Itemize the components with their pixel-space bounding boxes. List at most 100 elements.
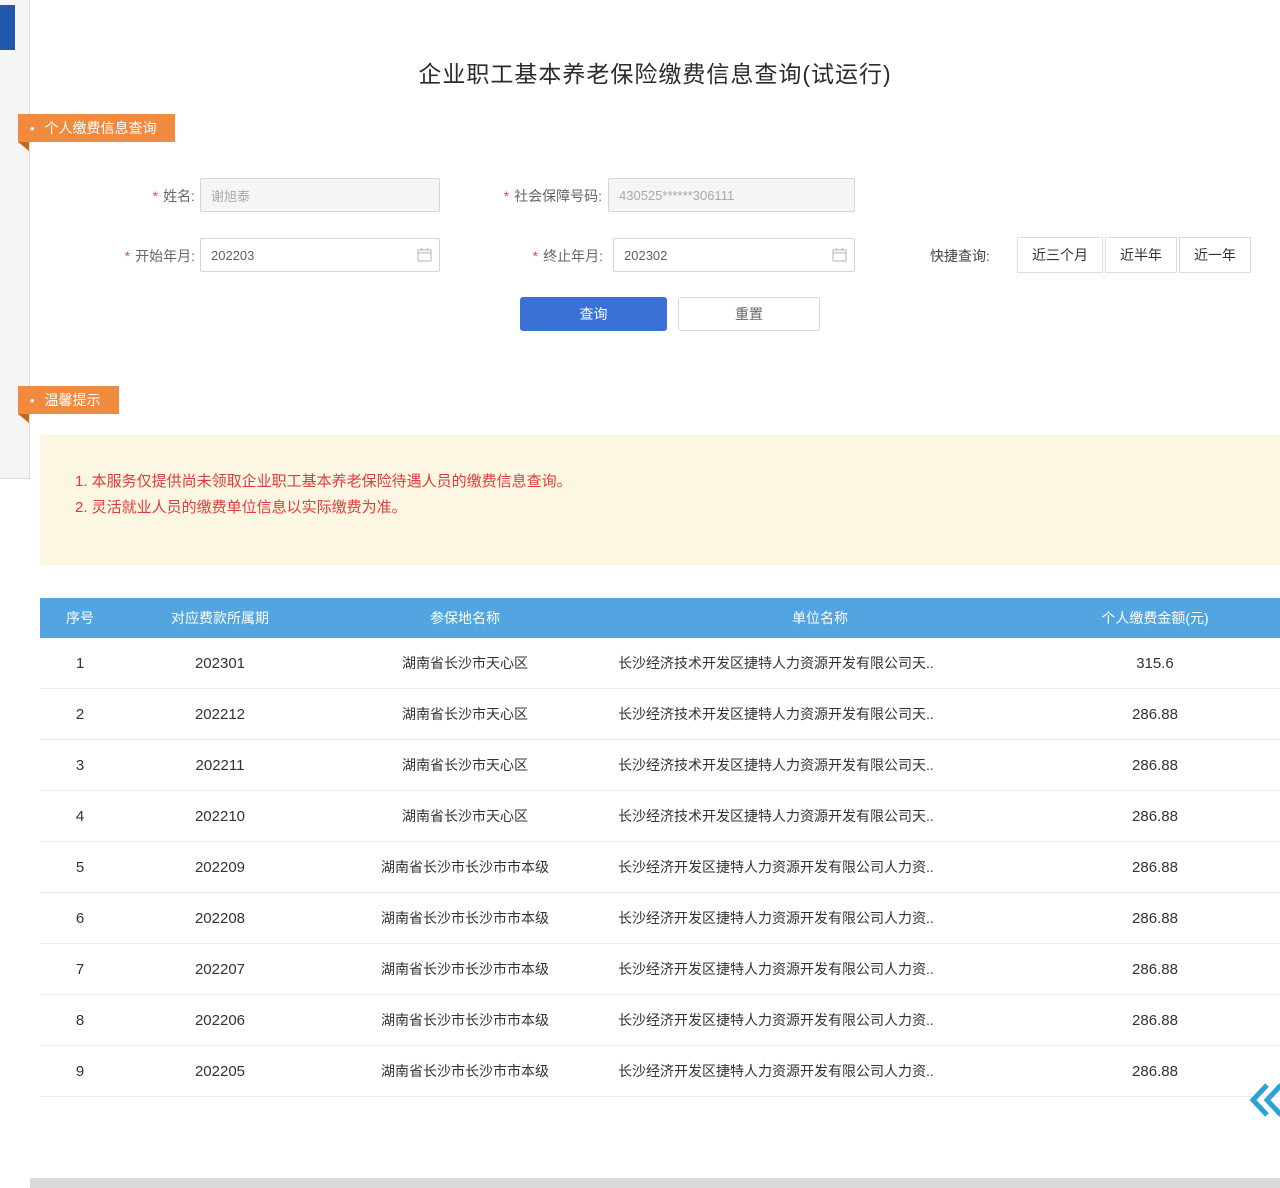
table-header: 序号 对应费款所属期 参保地名称 单位名称 个人缴费金额(元) — [40, 598, 1280, 638]
payment-records-table: 序号 对应费款所属期 参保地名称 单位名称 个人缴费金额(元) 1202301湖… — [40, 598, 1280, 1097]
table-cell: 湖南省长沙市天心区 — [320, 638, 610, 689]
table-cell: 湖南省长沙市天心区 — [320, 791, 610, 842]
table-body: 1202301湖南省长沙市天心区长沙经济技术开发区捷特人力资源开发有限公司天..… — [40, 638, 1280, 1097]
start-month-input[interactable] — [200, 238, 440, 272]
badge-label: 个人缴费信息查询 — [45, 120, 157, 136]
quick-btn-last-3-months[interactable]: 近三个月 — [1017, 237, 1103, 273]
page-title: 企业职工基本养老保险缴费信息查询(试运行) — [30, 55, 1280, 89]
table-cell: 202212 — [120, 689, 320, 740]
table-cell: 286.88 — [1030, 740, 1280, 791]
col-header-period: 对应费款所属期 — [120, 598, 320, 638]
panel-bottom-border — [0, 478, 30, 479]
table-cell: 202208 — [120, 893, 320, 944]
table-row: 9202205湖南省长沙市长沙市市本级长沙经济开发区捷特人力资源开发有限公司人力… — [40, 1046, 1280, 1097]
table-cell: 长沙经济技术开发区捷特人力资源开发有限公司天.. — [610, 791, 1030, 842]
col-header-insured-place: 参保地名称 — [320, 598, 610, 638]
table-cell: 湖南省长沙市天心区 — [320, 689, 610, 740]
quick-query-label: 快捷查询: — [930, 246, 990, 266]
name-label: *姓名: — [60, 186, 195, 206]
start-month-label: *开始年月: — [60, 246, 195, 266]
table-cell: 286.88 — [1030, 995, 1280, 1046]
ssn-label: *社会保障号码: — [430, 186, 602, 206]
calendar-icon[interactable] — [832, 247, 847, 267]
table-cell: 湖南省长沙市长沙市市本级 — [320, 944, 610, 995]
table-cell: 202210 — [120, 791, 320, 842]
table-cell: 湖南省长沙市长沙市市本级 — [320, 893, 610, 944]
table-cell: 202206 — [120, 995, 320, 1046]
table-cell: 3 — [40, 740, 120, 791]
notice-line-2: 2. 灵活就业人员的缴费单位信息以实际缴费为准。 — [75, 495, 1280, 521]
table-row: 1202301湖南省长沙市天心区长沙经济技术开发区捷特人力资源开发有限公司天..… — [40, 638, 1280, 689]
table-cell: 4 — [40, 791, 120, 842]
table-cell: 202301 — [120, 638, 320, 689]
table-row: 3202211湖南省长沙市天心区长沙经济技术开发区捷特人力资源开发有限公司天..… — [40, 740, 1280, 791]
table-row: 6202208湖南省长沙市长沙市市本级长沙经济开发区捷特人力资源开发有限公司人力… — [40, 893, 1280, 944]
table-cell: 202205 — [120, 1046, 320, 1097]
section-badge-personal-query: • 个人缴费信息查询 — [18, 114, 175, 142]
table-cell: 202207 — [120, 944, 320, 995]
table-cell: 湖南省长沙市天心区 — [320, 740, 610, 791]
table-cell: 286.88 — [1030, 791, 1280, 842]
required-mark: * — [504, 188, 509, 204]
end-month-input[interactable] — [613, 238, 855, 272]
table-cell: 286.88 — [1030, 842, 1280, 893]
required-mark: * — [533, 248, 538, 264]
table-cell: 7 — [40, 944, 120, 995]
reset-button[interactable]: 重置 — [678, 297, 820, 331]
table-cell: 9 — [40, 1046, 120, 1097]
table-row: 5202209湖南省长沙市长沙市市本级长沙经济开发区捷特人力资源开发有限公司人力… — [40, 842, 1280, 893]
collapse-panel-control[interactable] — [1248, 1080, 1280, 1120]
table-cell: 315.6 — [1030, 638, 1280, 689]
table-cell: 湖南省长沙市长沙市市本级 — [320, 995, 610, 1046]
badge-bullet-icon: • — [30, 393, 35, 408]
ssn-input[interactable] — [608, 178, 855, 212]
calendar-icon[interactable] — [417, 247, 432, 267]
quick-btn-last-half-year[interactable]: 近半年 — [1105, 237, 1177, 273]
required-mark: * — [125, 248, 130, 264]
double-left-chevron-icon — [1248, 1080, 1280, 1120]
quick-btn-last-year[interactable]: 近一年 — [1179, 237, 1251, 273]
table-row: 8202206湖南省长沙市长沙市市本级长沙经济开发区捷特人力资源开发有限公司人力… — [40, 995, 1280, 1046]
notice-line-1: 1. 本服务仅提供尚未领取企业职工基本养老保险待遇人员的缴费信息查询。 — [75, 469, 1280, 495]
table-cell: 长沙经济开发区捷特人力资源开发有限公司人力资.. — [610, 893, 1030, 944]
table-cell: 长沙经济技术开发区捷特人力资源开发有限公司天.. — [610, 689, 1030, 740]
table-row: 4202210湖南省长沙市天心区长沙经济技术开发区捷特人力资源开发有限公司天..… — [40, 791, 1280, 842]
quick-query-group: 近三个月 近半年 近一年 — [1017, 237, 1253, 273]
start-month-field — [200, 238, 440, 272]
table-row: 2202212湖南省长沙市天心区长沙经济技术开发区捷特人力资源开发有限公司天..… — [40, 689, 1280, 740]
table-cell: 286.88 — [1030, 893, 1280, 944]
table-cell: 湖南省长沙市长沙市市本级 — [320, 1046, 610, 1097]
end-month-label: *终止年月: — [455, 246, 603, 266]
table-cell: 286.88 — [1030, 1046, 1280, 1097]
table-cell: 286.88 — [1030, 944, 1280, 995]
end-month-field — [613, 238, 855, 272]
table-cell: 长沙经济开发区捷特人力资源开发有限公司人力资.. — [610, 842, 1030, 893]
table-cell: 202209 — [120, 842, 320, 893]
pension-query-page: 企业职工基本养老保险缴费信息查询(试运行) • 个人缴费信息查询 *姓名: *社会… — [0, 0, 1280, 1188]
table-cell: 长沙经济技术开发区捷特人力资源开发有限公司天.. — [610, 740, 1030, 791]
table-cell: 1 — [40, 638, 120, 689]
query-button[interactable]: 查询 — [520, 297, 667, 331]
col-header-unit-name: 单位名称 — [610, 598, 1030, 638]
badge-label: 温馨提示 — [45, 392, 101, 408]
corner-blue-block — [0, 5, 15, 50]
table-cell: 2 — [40, 689, 120, 740]
col-header-amount: 个人缴费金额(元) — [1030, 598, 1280, 638]
required-mark: * — [153, 188, 158, 204]
name-input[interactable] — [200, 178, 440, 212]
table-row: 7202207湖南省长沙市长沙市市本级长沙经济开发区捷特人力资源开发有限公司人力… — [40, 944, 1280, 995]
badge-bullet-icon: • — [30, 121, 35, 136]
table-cell: 202211 — [120, 740, 320, 791]
table-cell: 8 — [40, 995, 120, 1046]
table-cell: 286.88 — [1030, 689, 1280, 740]
bottom-gray-bar — [30, 1178, 1280, 1188]
table-cell: 长沙经济技术开发区捷特人力资源开发有限公司天.. — [610, 638, 1030, 689]
table-cell: 长沙经济开发区捷特人力资源开发有限公司人力资.. — [610, 1046, 1030, 1097]
table-cell: 长沙经济开发区捷特人力资源开发有限公司人力资.. — [610, 995, 1030, 1046]
table-cell: 5 — [40, 842, 120, 893]
notice-box: 1. 本服务仅提供尚未领取企业职工基本养老保险待遇人员的缴费信息查询。 2. 灵… — [40, 435, 1280, 565]
table-cell: 6 — [40, 893, 120, 944]
section-badge-notice: • 温馨提示 — [18, 386, 119, 414]
table-cell: 长沙经济开发区捷特人力资源开发有限公司人力资.. — [610, 944, 1030, 995]
table-cell: 湖南省长沙市长沙市市本级 — [320, 842, 610, 893]
